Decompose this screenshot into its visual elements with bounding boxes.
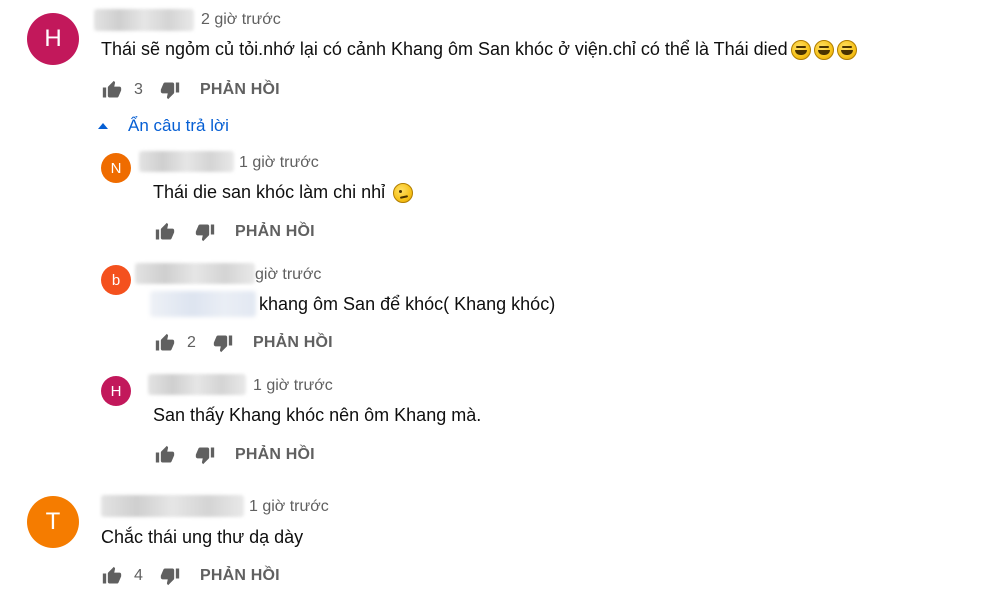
comment-timestamp[interactable]: 2 giờ trước [201,11,281,29]
thumb-up-icon [155,333,175,351]
thumb-down-icon [195,224,215,242]
like-count: 4 [134,567,143,584]
redacted-mention [150,291,256,317]
avatar[interactable]: N [101,153,131,183]
comment-timestamp[interactable]: 1 giờ trước [249,498,329,516]
comment-actions: PHẢN HỒI [153,220,315,244]
laughing-emoji-icon [836,39,857,60]
like-button[interactable] [100,78,124,102]
thumb-down-icon [160,568,180,586]
like-count: 3 [134,81,143,98]
thumb-up-icon [155,445,175,463]
thumb-down-icon [213,335,233,353]
hide-replies-label: Ẩn câu trả lời [128,116,229,135]
comment-actions: 3 PHẢN HỒI [100,78,280,102]
reply-button[interactable]: PHẢN HỒI [200,81,280,99]
avatar[interactable]: b [101,265,131,295]
dislike-button[interactable] [193,443,217,467]
thumb-up-icon [102,80,122,98]
comment-actions: 4 PHẢN HỒI [100,564,280,588]
comment-text-body: Thái die san khóc làm chi nhỉ [153,182,386,202]
thumb-down-icon [195,447,215,465]
reply-button[interactable]: PHẢN HỒI [235,446,315,464]
dislike-button[interactable] [158,564,182,588]
comment-actions: 2 PHẢN HỒI [153,331,333,355]
comment-text: Chắc thái ung thư dạ dày [101,527,303,548]
author-name-redacted[interactable] [139,151,234,172]
laughing-emoji-icon [790,39,811,60]
comment-timestamp[interactable]: 1 giờ trước [239,154,319,172]
reply-button[interactable]: PHẢN HỒI [235,223,315,241]
dislike-button[interactable] [211,331,235,355]
author-name-redacted[interactable] [135,263,255,284]
comment-text-body: khang ôm San để khóc( Khang khóc) [259,294,556,314]
dislike-button[interactable] [193,220,217,244]
laughing-emoji-icon [813,39,834,60]
author-name-redacted[interactable] [94,9,194,31]
like-button[interactable] [153,331,177,355]
like-button[interactable] [153,443,177,467]
comment-timestamp[interactable]: 1 giờ trước [253,377,333,395]
thumb-down-icon [160,82,180,100]
comment-text-body: San thấy Khang khóc nên ôm Khang mà. [153,405,482,425]
avatar[interactable]: H [101,376,131,406]
like-button[interactable] [100,564,124,588]
comment-text: San thấy Khang khóc nên ôm Khang mà. [153,405,481,426]
comment-text: Thái sẽ ngỏm củ tỏi.nhớ lại có cảnh Khan… [101,39,857,60]
comment-actions: PHẢN HỒI [153,443,315,467]
comment-text-body: Chắc thái ung thư dạ dày [101,527,304,547]
author-name-redacted[interactable] [101,495,244,517]
reply-button[interactable]: PHẢN HỒI [253,334,333,352]
dislike-button[interactable] [158,78,182,102]
comment-text-body: Thái sẽ ngỏm củ tỏi.nhớ lại có cảnh Khan… [101,39,788,59]
thumb-up-icon [155,222,175,240]
author-name-redacted[interactable] [148,374,246,395]
comment-text: Thái die san khóc làm chi nhỉ [153,182,414,203]
avatar[interactable]: T [27,496,79,548]
like-button[interactable] [153,220,177,244]
avatar[interactable]: H [27,13,79,65]
thumb-up-icon [102,566,122,584]
thinking-emoji-icon [393,182,414,203]
like-count: 2 [187,334,196,351]
comment-text: khang ôm San để khóc( Khang khóc) [259,294,555,315]
hide-replies-toggle[interactable]: Ẩn câu trả lời [98,116,229,136]
reply-button[interactable]: PHẢN HỒI [200,567,280,585]
comment-timestamp[interactable]: giờ trước [255,266,321,284]
caret-up-icon [98,123,108,129]
